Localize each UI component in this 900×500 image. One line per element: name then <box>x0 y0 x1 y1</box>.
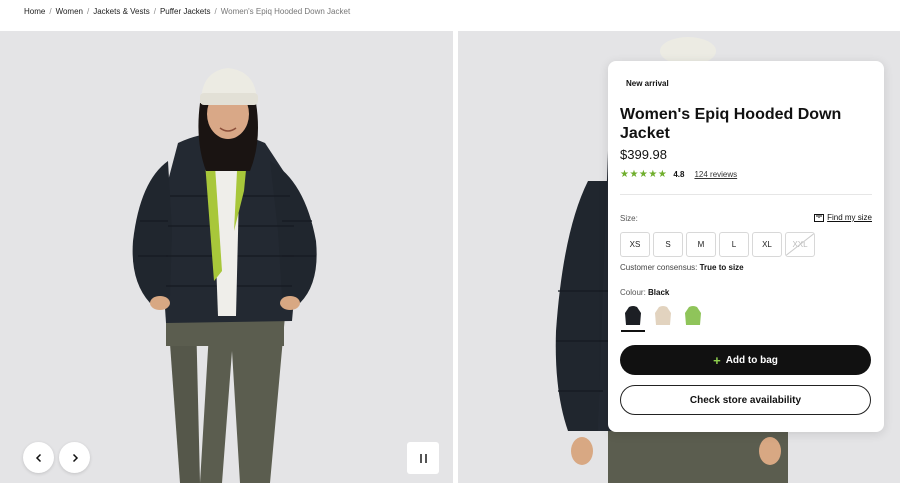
size-option-xxl: XXL <box>785 232 815 257</box>
next-image-button[interactable] <box>59 442 90 473</box>
previous-image-button[interactable] <box>23 442 54 473</box>
reviews-link[interactable]: 124 reviews <box>694 170 737 179</box>
chevron-right-icon <box>72 453 78 462</box>
breadcrumb-separator: / <box>49 7 52 16</box>
consensus-label: Customer consensus: <box>620 263 698 272</box>
breadcrumb-home[interactable]: Home <box>24 7 45 16</box>
plus-icon: + <box>713 352 721 368</box>
consensus-value: True to size <box>699 263 744 272</box>
new-arrival-badge: New arrival <box>620 75 675 92</box>
size-option-xl[interactable]: XL <box>752 232 782 257</box>
breadcrumb-separator: / <box>87 7 90 16</box>
selected-colour: Black <box>648 288 670 297</box>
size-option-m[interactable]: M <box>686 232 716 257</box>
breadcrumb-jackets-vests[interactable]: Jackets & Vests <box>93 7 149 16</box>
breadcrumb-current: Women's Epiq Hooded Down Jacket <box>220 7 351 16</box>
product-title: Women's Epiq Hooded Down Jacket <box>620 106 842 142</box>
size-label: Size: <box>620 214 638 223</box>
jacket-thumbnail-icon <box>685 306 701 325</box>
jacket-thumbnail-icon <box>625 306 641 325</box>
model-front-photo <box>0 31 453 483</box>
breadcrumb-puffer-jackets[interactable]: Puffer Jackets <box>160 7 211 16</box>
divider <box>620 194 872 195</box>
pause-icon <box>424 453 427 463</box>
product-rating: ★★★★★ 4.8 124 reviews <box>620 169 737 180</box>
check-store-availability-button[interactable]: Check store availability <box>620 385 871 415</box>
breadcrumb-separator: / <box>153 7 156 16</box>
rating-value: 4.8 <box>673 170 685 179</box>
colour-selector <box>620 303 706 332</box>
jacket-thumbnail-icon <box>655 306 671 325</box>
find-my-size-label: Find my size <box>827 213 872 222</box>
breadcrumb-women[interactable]: Women <box>56 7 83 16</box>
product-image-main[interactable] <box>0 31 453 483</box>
size-consensus: Customer consensus: True to size <box>620 263 744 272</box>
size-selector: XS S M L XL XXL <box>620 232 815 257</box>
add-to-bag-label: Add to bag <box>725 354 778 366</box>
colour-label: Colour: <box>620 288 646 297</box>
pause-icon <box>419 453 422 463</box>
product-info-card: New arrival Women's Epiq Hooded Down Jac… <box>608 61 884 432</box>
product-price: $399.98 <box>620 147 667 162</box>
colour-swatch-black[interactable] <box>620 303 646 332</box>
breadcrumb-separator: / <box>214 7 217 16</box>
star-rating-icon: ★★★★★ <box>620 169 668 180</box>
colour-swatch-beige[interactable] <box>650 303 676 329</box>
find-my-size-link[interactable]: Find my size <box>814 213 872 222</box>
breadcrumb: Home / Women / Jackets & Vests / Puffer … <box>24 7 350 16</box>
chevron-left-icon <box>35 453 41 462</box>
colour-label-row: Colour: Black <box>620 288 669 297</box>
colour-swatch-green[interactable] <box>680 303 706 329</box>
add-to-bag-button[interactable]: + Add to bag <box>620 345 871 375</box>
pause-slideshow-button[interactable] <box>407 442 439 474</box>
size-option-xs[interactable]: XS <box>620 232 650 257</box>
size-option-l[interactable]: L <box>719 232 749 257</box>
size-option-s[interactable]: S <box>653 232 683 257</box>
ruler-icon <box>814 213 825 222</box>
